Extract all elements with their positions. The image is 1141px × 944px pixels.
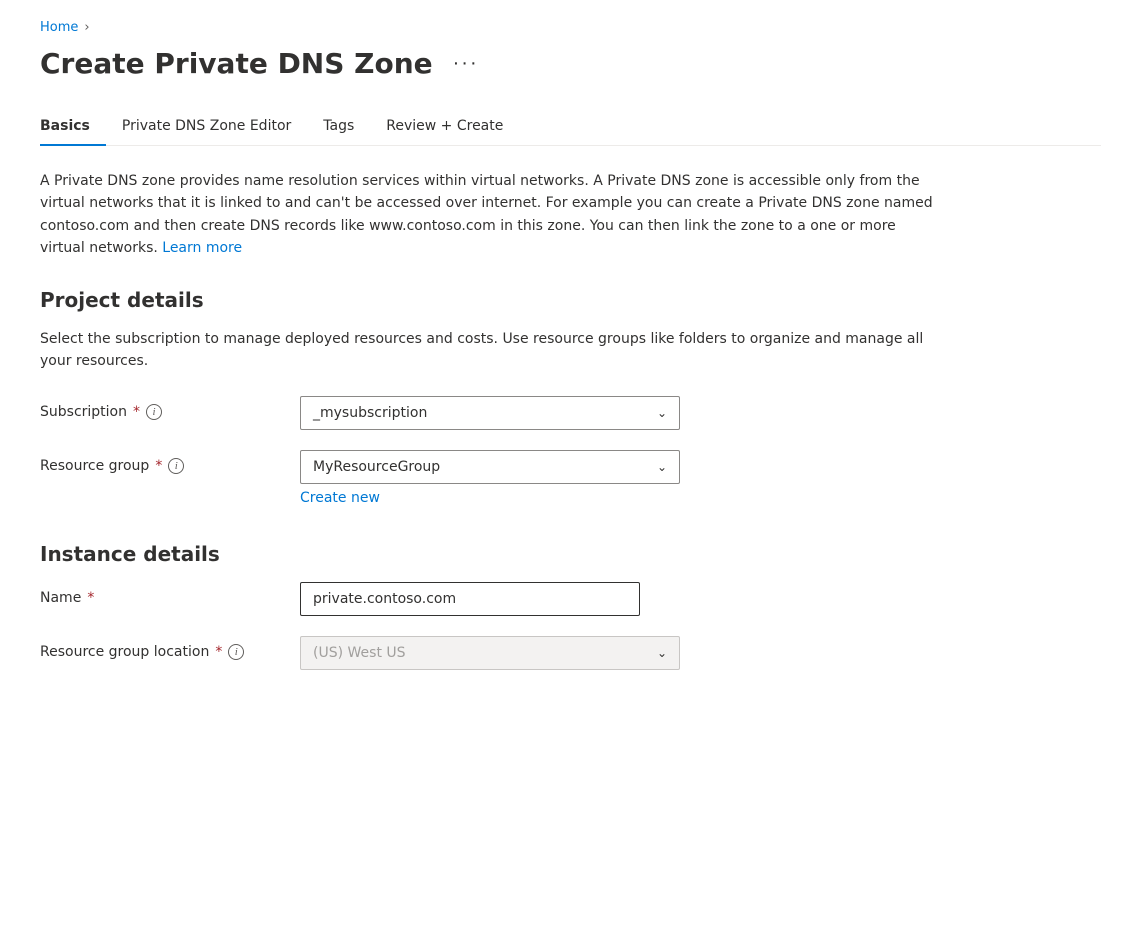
resource-group-location-row: Resource group location * i (US) West US… (40, 636, 1101, 670)
ellipsis-menu-button[interactable]: ··· (445, 48, 487, 79)
subscription-label: Subscription (40, 404, 127, 420)
resource-group-location-control-col: (US) West US ⌄ (300, 636, 680, 670)
breadcrumb-separator: › (84, 20, 89, 35)
subscription-info-icon[interactable]: i (146, 404, 162, 420)
tab-dns-zone-editor[interactable]: Private DNS Zone Editor (106, 108, 307, 146)
tab-basics[interactable]: Basics (40, 108, 106, 146)
tab-tags[interactable]: Tags (307, 108, 370, 146)
name-row: Name * (40, 582, 1101, 616)
resource-group-location-chevron-icon: ⌄ (657, 646, 667, 660)
name-input[interactable] (300, 582, 640, 616)
breadcrumb-home[interactable]: Home (40, 20, 78, 35)
resource-group-label-col: Resource group * i (40, 450, 280, 474)
resource-group-label: Resource group (40, 458, 149, 474)
subscription-chevron-icon: ⌄ (657, 406, 667, 420)
resource-group-location-info-icon[interactable]: i (228, 644, 244, 660)
create-new-link[interactable]: Create new (300, 490, 380, 506)
resource-group-location-label: Resource group location (40, 644, 209, 660)
resource-group-control-col: MyResourceGroup ⌄ Create new (300, 450, 680, 506)
page-title: Create Private DNS Zone (40, 47, 433, 80)
resource-group-location-label-col: Resource group location * i (40, 636, 280, 660)
project-details-title: Project details (40, 288, 1101, 312)
resource-group-select[interactable]: MyResourceGroup ⌄ (300, 450, 680, 484)
subscription-select[interactable]: _mysubscription ⌄ (300, 396, 680, 430)
name-required: * (87, 590, 94, 606)
description-section: A Private DNS zone provides name resolut… (40, 170, 940, 260)
subscription-required: * (133, 404, 140, 420)
subscription-label-col: Subscription * i (40, 396, 280, 420)
name-label-col: Name * (40, 582, 280, 606)
name-label: Name (40, 590, 81, 606)
resource-group-location-required: * (215, 644, 222, 660)
resource-group-value: MyResourceGroup (313, 459, 440, 475)
instance-details-section: Instance details Name * Resource group l… (40, 542, 1101, 670)
resource-group-location-value: (US) West US (313, 645, 406, 661)
resource-group-row: Resource group * i MyResourceGroup ⌄ Cre… (40, 450, 1101, 506)
tab-review-create[interactable]: Review + Create (370, 108, 519, 146)
resource-group-info-icon[interactable]: i (168, 458, 184, 474)
resource-group-location-select: (US) West US ⌄ (300, 636, 680, 670)
instance-details-title: Instance details (40, 542, 1101, 566)
subscription-control-col: _mysubscription ⌄ (300, 396, 680, 430)
subscription-row: Subscription * i _mysubscription ⌄ (40, 396, 1101, 430)
resource-group-required: * (155, 458, 162, 474)
name-control-col (300, 582, 680, 616)
page-header: Create Private DNS Zone ··· (40, 47, 1101, 80)
subscription-value: _mysubscription (313, 405, 427, 421)
tabs-container: Basics Private DNS Zone Editor Tags Revi… (40, 108, 1101, 146)
breadcrumb: Home › (40, 20, 1101, 35)
resource-group-chevron-icon: ⌄ (657, 460, 667, 474)
learn-more-link[interactable]: Learn more (162, 240, 242, 256)
project-details-description: Select the subscription to manage deploy… (40, 328, 940, 373)
project-details-section: Project details Select the subscription … (40, 288, 1101, 507)
